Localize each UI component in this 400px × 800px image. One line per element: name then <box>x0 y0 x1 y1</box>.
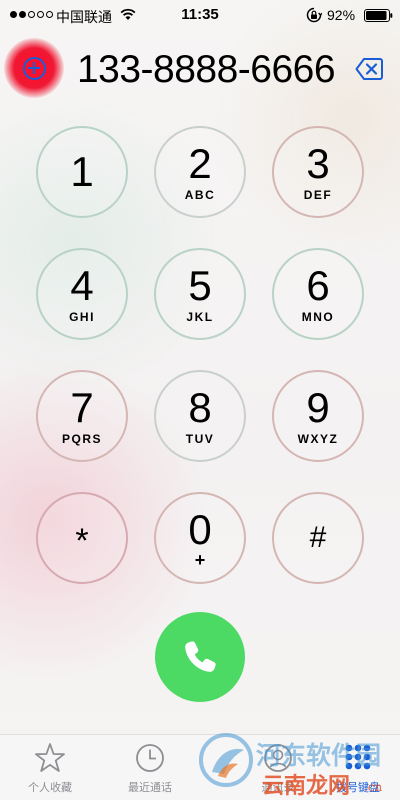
key-letters: PQRS <box>61 431 102 446</box>
key-letters: MNO <box>301 309 335 324</box>
key-9[interactable]: 9 WXYZ <box>272 370 364 462</box>
key-letters: WXYZ <box>297 431 339 446</box>
key-4[interactable]: 4 GHI <box>36 248 128 340</box>
tab-keypad[interactable]: 拨号键盘 <box>318 735 398 800</box>
key-6[interactable]: 6 MNO <box>272 248 364 340</box>
tab-label: 拨号键盘 <box>336 782 380 794</box>
tab-recents[interactable]: 最近通话 <box>110 735 190 800</box>
tab-label: 通讯录 <box>261 782 295 794</box>
key-1[interactable]: 1 <box>36 126 128 218</box>
tab-contacts[interactable]: 通讯录 <box>238 735 318 800</box>
tab-bar: 个人收藏 最近通话 通讯录 拨号键盘 <box>0 734 400 800</box>
keypad-icon <box>345 744 371 770</box>
phone-icon <box>185 641 216 672</box>
key-digit: 8 <box>188 383 212 431</box>
key-digit: 6 <box>306 261 330 309</box>
key-digit: 5 <box>188 261 212 309</box>
key-0[interactable]: 0 + <box>154 492 246 584</box>
key-digit: 7 <box>70 383 94 431</box>
tab-label: 个人收藏 <box>28 782 72 794</box>
contacts-icon <box>264 744 292 772</box>
key-digit: 4 <box>70 261 94 309</box>
tab-favorites[interactable]: 个人收藏 <box>10 735 90 800</box>
clock-icon <box>136 744 164 772</box>
key-digit: 1 <box>70 148 94 195</box>
key-5[interactable]: 5 JKL <box>154 248 246 340</box>
key-7[interactable]: 7 PQRS <box>36 370 128 462</box>
key-letters: DEF <box>303 187 333 202</box>
key-letters: GHI <box>69 309 95 324</box>
key-digit: 9 <box>306 383 330 431</box>
key-letters: JKL <box>186 309 214 324</box>
key-digit: 0 <box>188 506 212 553</box>
key-digit: * <box>75 522 89 560</box>
key-hash[interactable]: # <box>272 492 364 584</box>
key-letters: + <box>194 550 206 570</box>
key-star[interactable]: * <box>36 492 128 584</box>
key-letters: ABC <box>184 187 216 202</box>
star-icon <box>35 743 65 772</box>
call-button[interactable] <box>155 612 245 702</box>
tab-label: 最近通话 <box>128 782 172 794</box>
key-digit: 2 <box>188 139 212 187</box>
key-digit: # <box>309 521 327 554</box>
key-3[interactable]: 3 DEF <box>272 126 364 218</box>
key-2[interactable]: 2 ABC <box>154 126 246 218</box>
key-8[interactable]: 8 TUV <box>154 370 246 462</box>
key-digit: 3 <box>306 139 330 187</box>
key-letters: TUV <box>185 431 215 446</box>
